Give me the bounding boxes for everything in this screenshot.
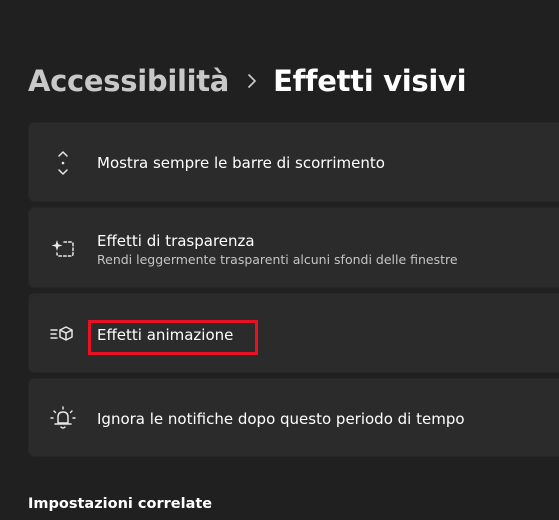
- setting-description: Rendi leggermente trasparenti alcuni sfo…: [97, 252, 458, 267]
- related-settings-heading: Impostazioni correlate: [28, 496, 213, 512]
- setting-card-notifications[interactable]: Ignora le notifiche dopo questo periodo …: [28, 378, 559, 457]
- breadcrumb: Accessibilità Effetti visivi: [28, 58, 467, 104]
- chevron-right-icon: [247, 73, 257, 89]
- setting-card-scrollbars[interactable]: Mostra sempre le barre di scorrimento: [28, 122, 559, 202]
- notification-bell-icon: [49, 405, 77, 433]
- setting-card-animation[interactable]: Effetti animazione: [28, 293, 559, 373]
- breadcrumb-parent-link[interactable]: Accessibilità: [28, 64, 229, 98]
- setting-title: Mostra sempre le barre di scorrimento: [97, 154, 385, 172]
- page-title: Effetti visivi: [273, 64, 467, 98]
- animation-effects-icon: [49, 320, 77, 348]
- setting-title: Effetti animazione: [97, 326, 234, 344]
- scrollbar-arrows-icon: [49, 149, 77, 177]
- setting-title: Ignora le notifiche dopo questo periodo …: [97, 410, 465, 428]
- setting-title: Effetti di trasparenza: [97, 232, 255, 250]
- transparency-sparkle-icon: [49, 234, 77, 262]
- setting-card-transparency[interactable]: Effetti di trasparenza Rendi leggermente…: [28, 207, 559, 288]
